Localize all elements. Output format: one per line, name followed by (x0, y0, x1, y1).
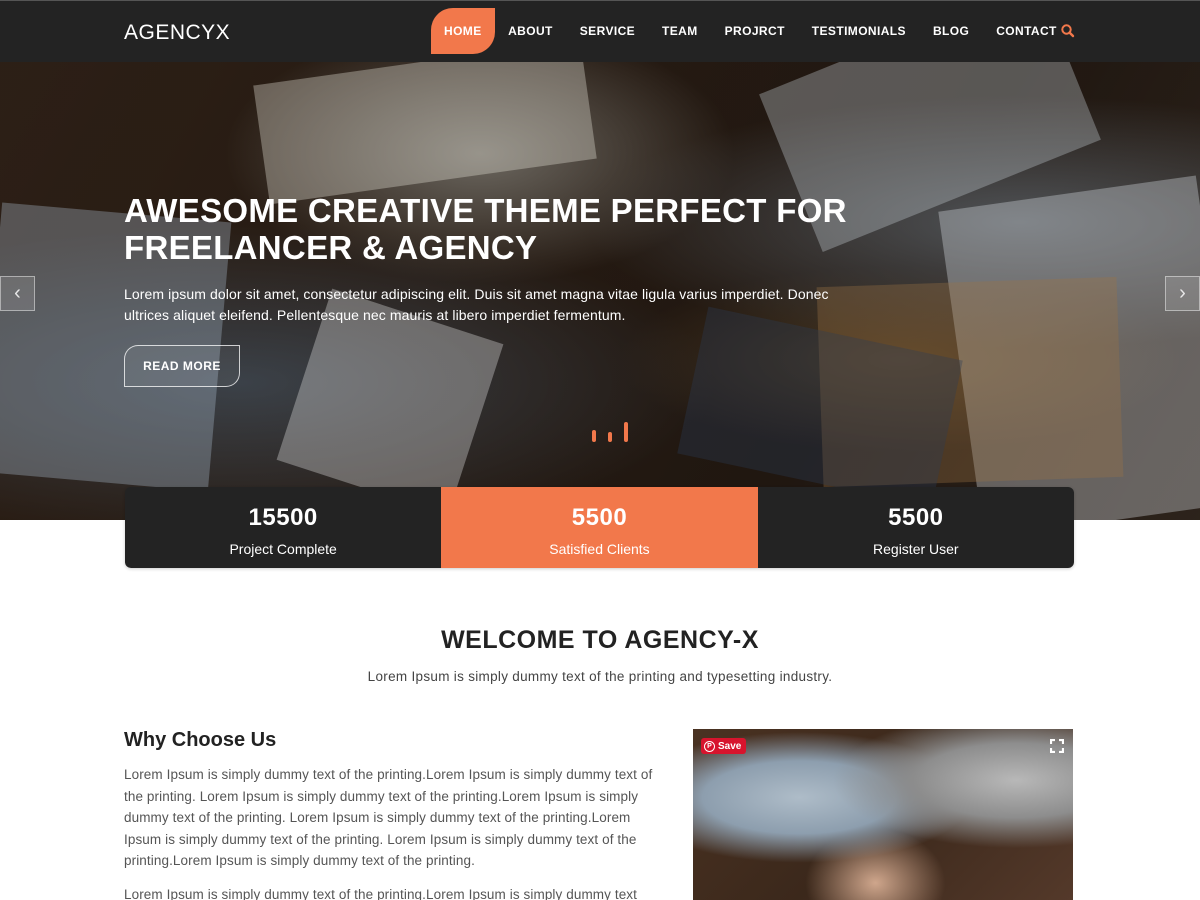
hero-slider: AWESOME CREATIVE THEME PERFECT FOR FREEL… (0, 62, 1200, 520)
welcome-title: WELCOME TO AGENCY-X (441, 626, 759, 654)
nav-item-about[interactable]: ABOUT (495, 8, 567, 54)
why-choose-paragraph: Lorem Ipsum is simply dummy text of the … (124, 767, 653, 869)
fullscreen-button[interactable] (1049, 738, 1065, 754)
chevron-left-icon: ‹ (14, 282, 21, 304)
counter-value: 5500 (888, 504, 944, 531)
nav-item-team[interactable]: TEAM (649, 8, 712, 54)
read-more-button[interactable]: READ MORE (124, 345, 240, 387)
hero-description: Lorem ipsum dolor sit amet, consectetur … (124, 286, 829, 323)
slider-next-button[interactable]: › (1165, 276, 1200, 311)
counter-label: Register User (873, 541, 959, 557)
site-header: AGENCYX HOME ABOUT SERVICE TEAM PROJRCT … (0, 0, 1200, 62)
counter-clients: 5500 Satisfied Clients (441, 487, 758, 568)
nav-item-testimonials[interactable]: TESTIMONIALS (798, 8, 919, 54)
nav-item-blog[interactable]: BLOG (919, 8, 982, 54)
counter-label: Satisfied Clients (549, 541, 650, 557)
counter-projects: 15500 Project Complete (125, 487, 442, 568)
why-choose-paragraph: Lorem Ipsum is simply dummy text of the … (124, 887, 638, 900)
slider-indicator[interactable] (592, 430, 596, 442)
chevron-right-icon: › (1179, 282, 1186, 304)
counter-users: 5500 Register User (757, 487, 1074, 568)
counter-value: 15500 (248, 504, 318, 531)
main-nav: HOME ABOUT SERVICE TEAM PROJRCT TESTIMON… (431, 8, 1070, 54)
search-button[interactable] (1060, 23, 1076, 39)
about-media-image[interactable]: P Save (693, 729, 1073, 900)
search-icon (1061, 24, 1075, 38)
slider-prev-button[interactable]: ‹ (0, 276, 35, 311)
slider-indicator[interactable] (608, 432, 612, 442)
site-logo[interactable]: AGENCYX (124, 21, 230, 45)
stats-counter-bar: 15500 Project Complete 5500 Satisfied Cl… (125, 487, 1074, 568)
counter-label: Project Complete (229, 541, 337, 557)
nav-item-project[interactable]: PROJRCT (711, 8, 798, 54)
nav-item-home[interactable]: HOME (431, 8, 495, 54)
fullscreen-icon (1049, 738, 1065, 754)
why-choose-title: Why Choose Us (124, 729, 277, 751)
pinterest-icon: P (704, 740, 715, 752)
pinterest-save-label: Save (718, 740, 742, 752)
welcome-subtitle: Lorem Ipsum is simply dummy text of the … (367, 669, 833, 684)
hero-title: AWESOME CREATIVE THEME PERFECT FOR FREEL… (124, 192, 847, 266)
slider-indicator-active[interactable] (624, 422, 628, 442)
nav-item-contact[interactable]: CONTACT (983, 8, 1071, 54)
hero-bg-paper (253, 62, 597, 205)
pinterest-save-button[interactable]: P Save (701, 738, 747, 754)
counter-value: 5500 (571, 504, 628, 531)
nav-item-service[interactable]: SERVICE (566, 8, 648, 54)
